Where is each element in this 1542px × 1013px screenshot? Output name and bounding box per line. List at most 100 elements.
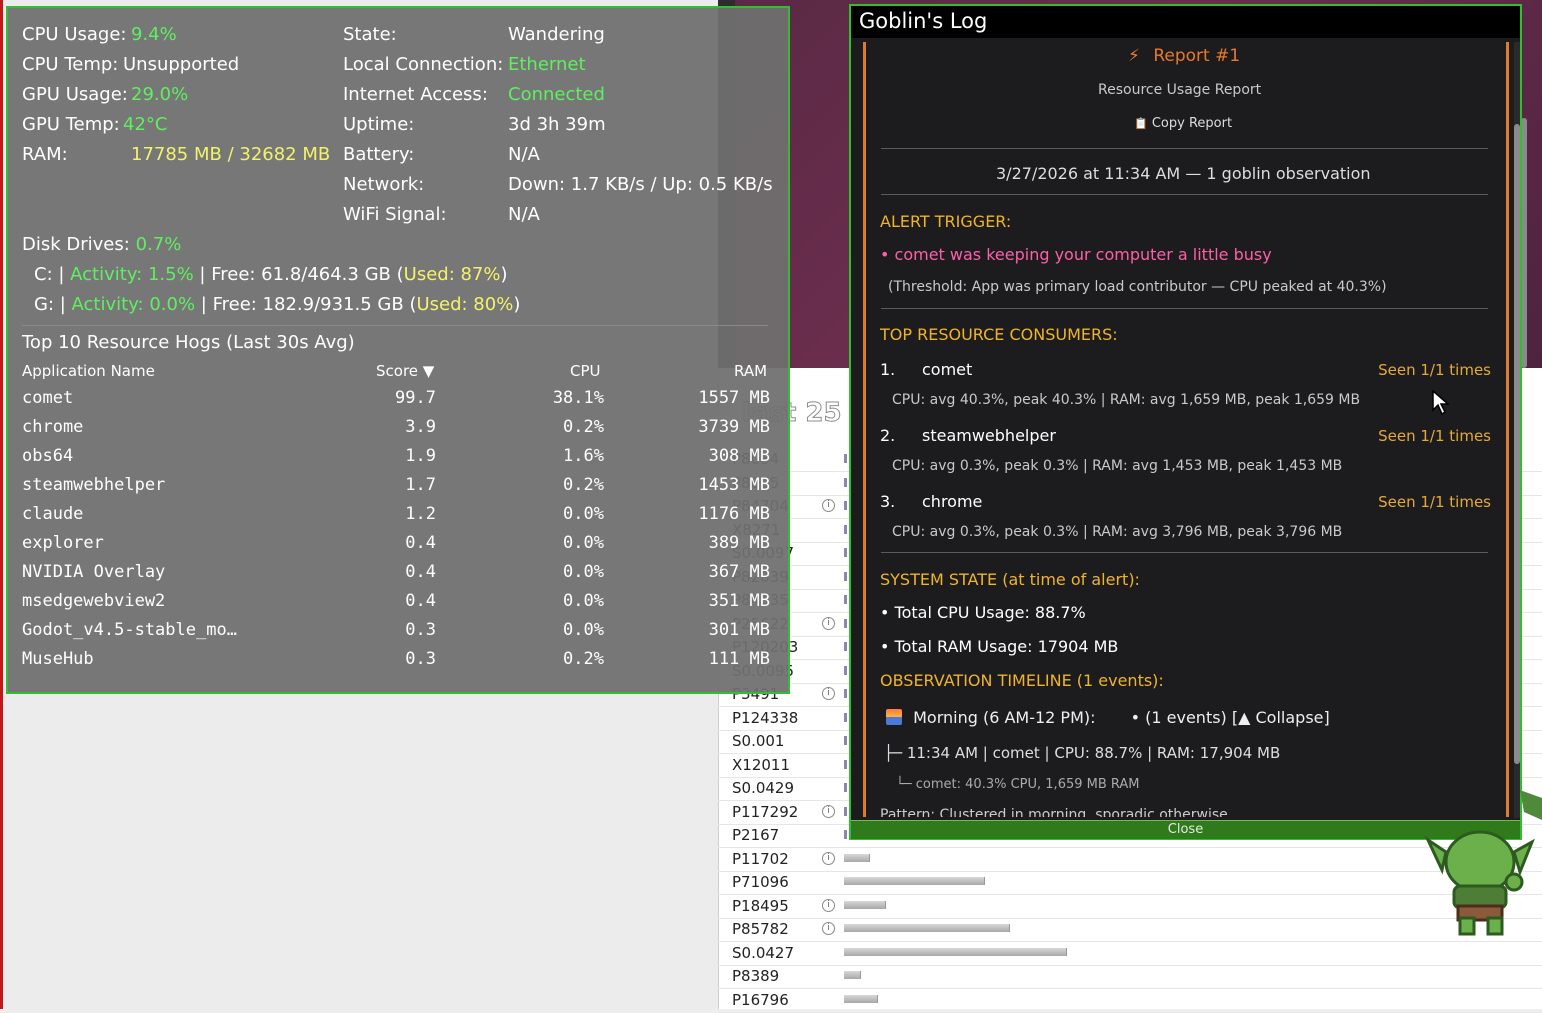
system-ram: • Total RAM Usage: 17904 MB bbox=[880, 637, 1119, 656]
stat-label: Network: bbox=[343, 174, 425, 195]
app-ram: 308 MB bbox=[708, 446, 770, 466]
info-icon[interactable]: i bbox=[822, 851, 835, 865]
list-item[interactable]: P85782 i bbox=[718, 918, 1542, 942]
col-header-ram[interactable]: RAM bbox=[734, 362, 767, 380]
timeline-period-row[interactable]: Morning (6 AM-12 PM): • (1 events) [▲ Co… bbox=[886, 708, 1330, 727]
consumer-detail: CPU: avg 40.3%, peak 40.3% | RAM: avg 1,… bbox=[892, 392, 1361, 408]
consumer-detail: CPU: avg 0.3%, peak 0.3% | RAM: avg 1,45… bbox=[892, 458, 1343, 474]
app-ram: 3739 MB bbox=[698, 417, 770, 437]
list-item-label: S0.0429 bbox=[732, 779, 795, 797]
app-name: obs64 bbox=[22, 446, 74, 466]
stat-value: Down: 1.7 KB/s / Up: 0.5 KB/s bbox=[508, 174, 773, 195]
stat-label: State: bbox=[343, 24, 397, 45]
disk-drives-row: Disk Drives: 0.7% bbox=[22, 234, 181, 255]
app-score: 3.9 bbox=[405, 417, 436, 437]
table-row[interactable]: NVIDIA Overlay 0.4 0.0% 367 MB bbox=[8, 562, 792, 591]
list-item-label: P117292 bbox=[732, 802, 799, 821]
stat-label: GPU Usage: bbox=[22, 84, 128, 105]
table-row[interactable]: msedgewebview2 0.4 0.0% 351 MB bbox=[8, 591, 792, 620]
col-header-name[interactable]: Application Name bbox=[22, 362, 155, 380]
list-item-label: P11702 bbox=[732, 849, 789, 868]
table-row[interactable]: chrome 3.9 0.2% 3739 MB bbox=[8, 417, 792, 446]
list-item-bar bbox=[844, 595, 847, 604]
list-item[interactable]: S0.0427 bbox=[718, 942, 1542, 966]
lightning-icon: ⚡ bbox=[1128, 46, 1140, 66]
report-subtitle: Resource Usage Report bbox=[1098, 82, 1262, 98]
list-item-label: P71096 bbox=[732, 873, 789, 891]
drive-activity: Activity: 0.0% bbox=[71, 294, 196, 315]
list-item[interactable]: P11702 i bbox=[718, 848, 1542, 872]
drive-name: C: bbox=[34, 264, 53, 285]
list-item-label: P124338 bbox=[732, 708, 799, 727]
stat-label: Uptime: bbox=[343, 114, 415, 135]
info-icon[interactable]: i bbox=[822, 898, 835, 912]
list-item-bar bbox=[844, 971, 861, 979]
table-row[interactable]: steamwebhelper 1.7 0.2% 1453 MB bbox=[8, 475, 792, 504]
consumer-seen: Seen 1/1 times bbox=[1378, 493, 1491, 511]
log-title: Goblin's Log bbox=[859, 9, 988, 33]
col-header-cpu[interactable]: CPU bbox=[570, 362, 601, 380]
copy-report-button[interactable]: 📋 Copy Report bbox=[1134, 116, 1232, 131]
list-item-label: S0.001 bbox=[732, 732, 785, 750]
list-item-bar bbox=[844, 877, 985, 885]
drive-used: Used: 87% bbox=[403, 264, 501, 285]
table-row[interactable]: MuseHub 0.3 0.2% 111 MB bbox=[8, 649, 792, 678]
col-header-score[interactable]: Score ▼ bbox=[376, 362, 434, 380]
app-cpu: 0.0% bbox=[563, 620, 604, 640]
app-score: 0.4 bbox=[405, 533, 436, 553]
stat-value: Unsupported bbox=[123, 54, 240, 75]
app-cpu: 38.1% bbox=[552, 388, 604, 408]
app-cpu: 0.2% bbox=[563, 649, 604, 669]
table-row[interactable]: explorer 0.4 0.0% 389 MB bbox=[8, 533, 792, 562]
alert-heading: ALERT TRIGGER: bbox=[880, 212, 1012, 231]
app-score: 1.9 bbox=[405, 446, 436, 466]
app-cpu: 0.0% bbox=[563, 504, 604, 524]
app-ram: 367 MB bbox=[708, 562, 770, 582]
goblin-mascot-icon[interactable] bbox=[1424, 790, 1542, 940]
log-scrollbar-thumb[interactable] bbox=[1514, 124, 1520, 764]
app-cpu: 0.0% bbox=[563, 562, 604, 582]
stat-value: 3d 3h 39m bbox=[508, 114, 606, 135]
list-item-label: P85782 bbox=[732, 920, 789, 938]
list-item-bar bbox=[844, 454, 847, 463]
app-ram: 351 MB bbox=[708, 591, 770, 611]
list-item[interactable]: P71096 bbox=[718, 871, 1542, 895]
divider bbox=[881, 552, 1488, 553]
list-item[interactable]: P8389 bbox=[718, 965, 1542, 989]
list-item[interactable]: P18495 i bbox=[718, 895, 1542, 919]
stat-value: 9.4% bbox=[131, 24, 177, 45]
info-icon[interactable]: i bbox=[822, 922, 835, 935]
goblins-log-dialog: Goblin's Log ⚡ Report #1 Resource Usage … bbox=[849, 4, 1522, 840]
info-icon[interactable]: i bbox=[822, 687, 835, 700]
table-row[interactable]: Godot_v4.5-stable_mo… 0.3 0.0% 301 MB bbox=[8, 620, 792, 649]
stats-divider bbox=[22, 325, 768, 326]
timeline-collapse-toggle[interactable]: • (1 events) [▲ Collapse] bbox=[1131, 708, 1330, 727]
app-name: NVIDIA Overlay bbox=[22, 562, 166, 582]
divider bbox=[881, 308, 1488, 309]
consumer-name: steamwebhelper bbox=[922, 426, 1056, 445]
app-score: 1.7 bbox=[405, 475, 436, 495]
stat-label: GPU Temp: bbox=[22, 114, 120, 135]
list-item-label: P16796 bbox=[732, 990, 789, 1009]
info-icon[interactable]: i bbox=[822, 616, 835, 630]
list-item-bar bbox=[844, 642, 847, 651]
info-icon[interactable]: i bbox=[822, 499, 835, 512]
log-titlebar[interactable]: Goblin's Log bbox=[851, 6, 1520, 38]
table-row[interactable]: comet 99.7 38.1% 1557 MB bbox=[8, 388, 792, 417]
table-row[interactable]: claude 1.2 0.0% 1176 MB bbox=[8, 504, 792, 533]
stat-value: Wandering bbox=[508, 24, 605, 45]
app-score: 0.3 bbox=[405, 620, 436, 640]
close-button[interactable]: Close bbox=[851, 820, 1520, 839]
stat-label: CPU Temp: bbox=[22, 54, 119, 75]
consumers-heading: TOP RESOURCE CONSUMERS: bbox=[880, 325, 1118, 344]
timeline-period: Morning (6 AM-12 PM): bbox=[913, 708, 1096, 727]
app-ram: 1176 MB bbox=[698, 504, 770, 524]
table-row[interactable]: obs64 1.9 1.6% 308 MB bbox=[8, 446, 792, 475]
app-cpu: 0.2% bbox=[563, 417, 604, 437]
list-item-bar bbox=[844, 548, 847, 557]
info-icon[interactable]: i bbox=[822, 804, 835, 818]
app-cpu: 0.0% bbox=[563, 591, 604, 611]
list-item-bar bbox=[844, 924, 1010, 932]
timeline-entry: ├─ 11:34 AM | comet | CPU: 88.7% | RAM: … bbox=[884, 744, 1281, 762]
list-item-bar bbox=[844, 618, 847, 628]
